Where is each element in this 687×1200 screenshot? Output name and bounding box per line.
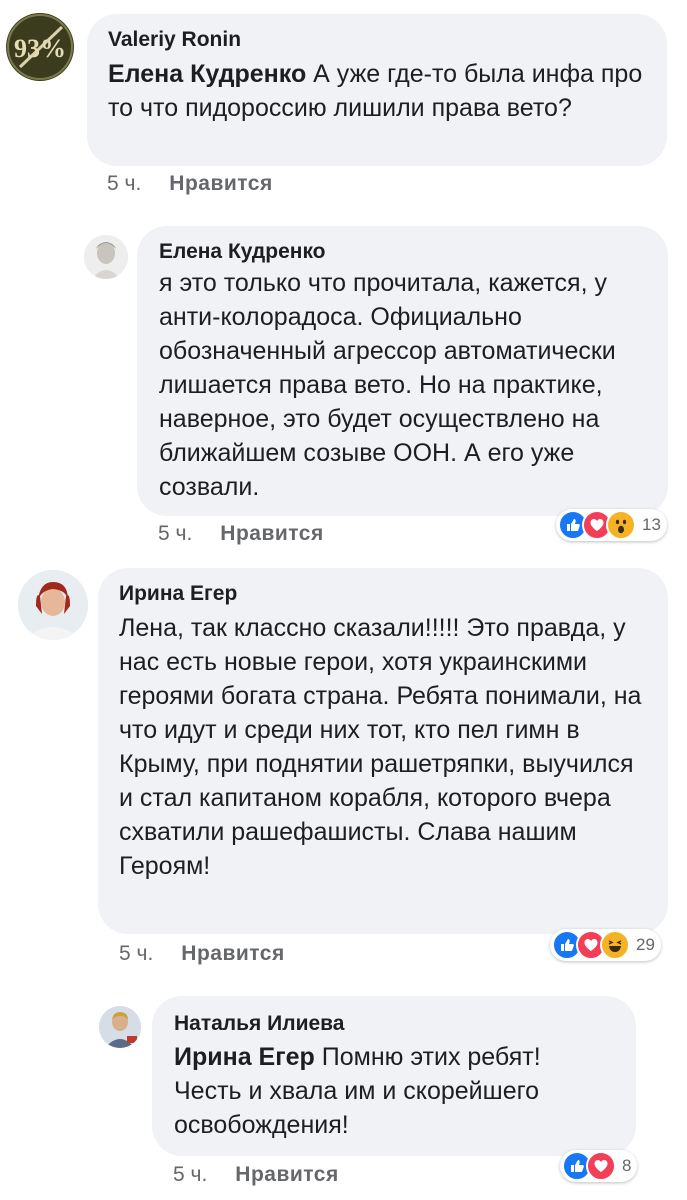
comment-timestamp[interactable]: 5 ч. [107, 172, 141, 196]
comment-meta: 5 ч. Нравится [107, 172, 273, 196]
wow-icon [606, 510, 636, 540]
like-button[interactable]: Нравится [169, 172, 272, 195]
comment-meta: 5 ч. Нравится [158, 522, 324, 546]
comment-timestamp[interactable]: 5 ч. [158, 522, 192, 546]
comment-author[interactable]: Наталья Илиева [174, 1012, 612, 1036]
avatar-natalia-ilieva[interactable] [99, 1006, 141, 1048]
comment-author[interactable]: Елена Кудренко [159, 240, 650, 264]
comment-text: Елена Кудренко А уже где-то была инфа пр… [108, 60, 643, 122]
mention-link[interactable]: Елена Кудренко [108, 60, 306, 88]
reaction-count: 13 [642, 515, 661, 534]
comment-meta: 5 ч. Нравится [173, 1163, 339, 1187]
comment-text: Лена, так классно сказали!!!!! Это правд… [119, 614, 642, 880]
avatar-irina-eger[interactable] [18, 570, 88, 640]
reaction-count: 29 [636, 935, 655, 954]
comment-text: я это только что прочитала, кажется, у а… [159, 269, 616, 501]
avatar-valeriy-ronin[interactable]: 93% [6, 13, 74, 81]
reactions-summary[interactable]: 29 [550, 929, 661, 961]
reactions-summary[interactable]: 13 [556, 509, 667, 541]
comment-timestamp[interactable]: 5 ч. [173, 1163, 207, 1187]
comment-bubble-natalia-ilieva: Наталья Илиева Ирина Егер Помню этих реб… [152, 996, 636, 1156]
comment-bubble-irina-eger: Ирина Егер Лена, так классно сказали!!!!… [98, 568, 668, 934]
avatar-elena-kudrenko[interactable] [84, 235, 128, 279]
comment-author[interactable]: Valeriy Ronin [108, 28, 645, 52]
comment-meta: 5 ч. Нравится [119, 942, 285, 966]
reactions-summary[interactable]: 8 [560, 1150, 638, 1182]
reaction-count: 8 [622, 1156, 632, 1175]
haha-icon [600, 930, 630, 960]
comment-text: Ирина Егер Помню этих ребят! Честь и хва… [174, 1043, 541, 1139]
comment-timestamp[interactable]: 5 ч. [119, 942, 153, 966]
svg-text:93%: 93% [14, 34, 66, 63]
like-button[interactable]: Нравится [235, 1163, 338, 1186]
mention-link[interactable]: Ирина Егер [174, 1043, 315, 1071]
love-icon [586, 1151, 616, 1181]
like-button[interactable]: Нравится [220, 522, 323, 545]
comment-author[interactable]: Ирина Егер [119, 582, 650, 606]
comment-bubble-elena-kudrenko: Елена Кудренко я это только что прочитал… [137, 226, 668, 516]
like-button[interactable]: Нравится [181, 942, 284, 965]
comment-bubble-valeriy-ronin: Valeriy Ronin Елена Кудренко А уже где-т… [87, 14, 667, 166]
